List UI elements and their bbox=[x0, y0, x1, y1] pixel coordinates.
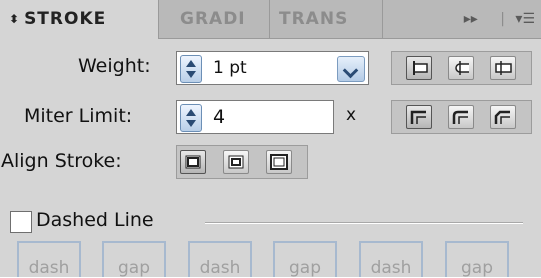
tab-transparency[interactable]: TRANS bbox=[271, 0, 383, 38]
miter-suffix: x bbox=[346, 105, 357, 125]
dash-label-2: dash bbox=[199, 258, 241, 278]
dashed-line-label: Dashed Line bbox=[36, 209, 154, 231]
butt-cap-icon[interactable] bbox=[406, 56, 432, 80]
align-group bbox=[176, 145, 308, 179]
weight-value: 1 pt bbox=[213, 58, 247, 78]
miter-limit-label: Miter Limit: bbox=[24, 105, 133, 127]
gap-label-3: gap bbox=[461, 258, 493, 278]
round-join-icon[interactable] bbox=[448, 105, 474, 129]
tab-stroke[interactable]: ⬍ STROKE bbox=[0, 0, 159, 39]
forward-arrows-icon[interactable]: ▸▸ bbox=[464, 11, 478, 27]
dash-label-1: dash bbox=[28, 258, 70, 278]
align-stroke-label: Align Stroke: bbox=[1, 150, 122, 172]
weight-label: Weight: bbox=[78, 55, 151, 77]
dash-label-3: dash bbox=[370, 258, 412, 278]
weight-dropdown-icon[interactable] bbox=[337, 56, 365, 82]
projecting-cap-icon[interactable] bbox=[490, 56, 516, 80]
align-center-icon[interactable] bbox=[180, 150, 206, 174]
tab-gradient[interactable]: GRADI bbox=[160, 0, 270, 38]
gap-label-1: gap bbox=[118, 258, 150, 278]
join-group bbox=[391, 100, 532, 134]
align-inside-icon[interactable] bbox=[223, 150, 249, 174]
miter-limit-input[interactable]: 4 bbox=[176, 100, 334, 134]
gap-label-2: gap bbox=[289, 258, 321, 278]
align-outside-icon[interactable] bbox=[266, 150, 292, 174]
panel-controls: ▸▸ | ▾☰ bbox=[464, 0, 541, 38]
bevel-join-icon[interactable] bbox=[490, 105, 516, 129]
tab-transparency-label: TRANS bbox=[279, 9, 349, 29]
weight-stepper-icon[interactable] bbox=[180, 55, 202, 83]
dashed-line-checkbox[interactable] bbox=[10, 211, 32, 233]
collapse-arrows-icon[interactable]: ⬍ bbox=[9, 0, 20, 38]
panel-menu-icon[interactable]: ▾☰ bbox=[515, 11, 535, 27]
divider bbox=[205, 222, 523, 224]
miter-stepper-icon[interactable] bbox=[180, 104, 202, 132]
panel-tab-bar: ⬍ STROKE GRADI TRANS ▸▸ | ▾☰ bbox=[0, 0, 541, 39]
tab-gradient-label: GRADI bbox=[180, 9, 246, 29]
miter-value: 4 bbox=[213, 106, 226, 128]
weight-input[interactable]: 1 pt bbox=[176, 51, 369, 85]
stroke-panel: ⬍ STROKE GRADI TRANS ▸▸ | ▾☰ Weight: 1 pt… bbox=[0, 0, 541, 278]
divider: | bbox=[500, 11, 505, 27]
tab-stroke-label: STROKE bbox=[24, 9, 107, 29]
cap-group bbox=[391, 51, 532, 85]
miter-join-icon[interactable] bbox=[406, 105, 432, 129]
round-cap-icon[interactable] bbox=[448, 56, 474, 80]
